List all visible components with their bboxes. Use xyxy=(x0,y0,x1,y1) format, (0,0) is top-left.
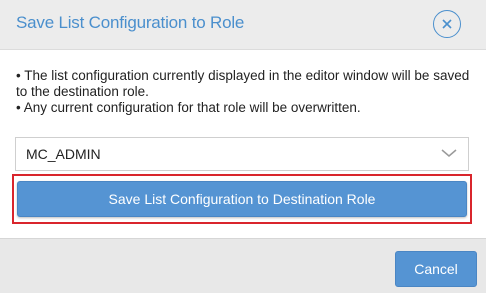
instruction-line: • Any current configuration for that rol… xyxy=(16,100,361,115)
chevron-down-icon xyxy=(441,149,457,157)
destination-role-select[interactable]: MC_ADMIN xyxy=(15,137,469,171)
instruction-line: • The list configuration currently displ… xyxy=(16,68,470,99)
close-button[interactable] xyxy=(433,10,461,38)
save-list-config-dialog: Save List Configuration to Role • The li… xyxy=(0,0,486,293)
save-to-role-button[interactable]: Save List Configuration to Destination R… xyxy=(17,181,467,217)
dialog-footer: Cancel xyxy=(0,238,486,293)
close-icon xyxy=(442,19,452,29)
dialog-body: • The list configuration currently displ… xyxy=(0,50,486,238)
instructions: • The list configuration currently displ… xyxy=(16,68,476,116)
dialog-title: Save List Configuration to Role xyxy=(16,13,245,32)
selected-role: MC_ADMIN xyxy=(26,146,101,162)
dialog-header: Save List Configuration to Role xyxy=(0,0,486,50)
cancel-button[interactable]: Cancel xyxy=(395,251,477,287)
